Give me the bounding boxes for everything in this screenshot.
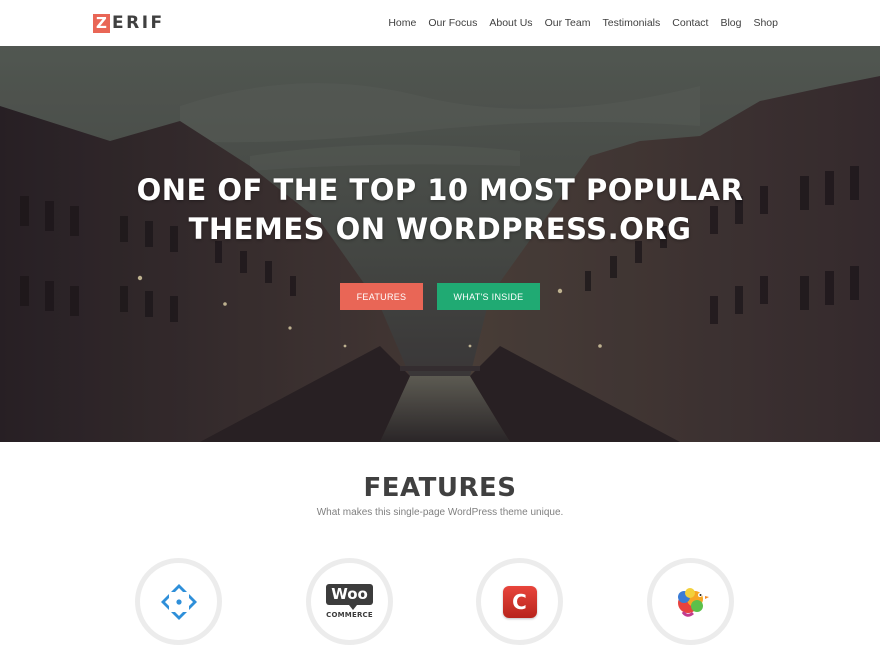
feature-item-2[interactable]: Woo COMMERCE [306,558,393,645]
colorful-bird-icon [677,587,709,617]
hero-title-line-2: THEMES ON WORDPRESS.ORG [188,212,692,246]
hero-title-line-1: ONE OF THE TOP 10 MOST POPULAR [136,173,744,207]
nav-blog[interactable]: Blog [714,14,747,32]
features-subtitle: What makes this single-page WordPress th… [316,507,564,518]
nav-shop[interactable]: Shop [747,14,778,32]
hero-title: ONE OF THE TOP 10 MOST POPULAR THEMES ON… [0,171,880,249]
move-arrows-icon [160,583,197,620]
nav-contact[interactable]: Contact [666,14,714,32]
main-nav: Home Our Focus About Us Our Team Testimo… [388,14,778,32]
c-logo-letter: C [512,589,527,614]
features-section: FEATURES What makes this single-page Wor… [0,442,880,660]
nav-our-team[interactable]: Our Team [539,14,597,32]
logo-mark: Z [93,13,110,33]
feature-item-3[interactable]: C [476,558,563,645]
nav-testimonials[interactable]: Testimonials [596,14,666,32]
whats-inside-button[interactable]: WHAT'S INSIDE [437,283,540,310]
nav-home[interactable]: Home [388,14,422,32]
c-logo-icon: C [502,585,537,618]
nav-about-us[interactable]: About Us [483,14,538,32]
hero-buttons: FEATURES WHAT'S INSIDE [0,283,880,310]
site-logo[interactable]: Z ERIF [93,12,165,34]
site-header: Z ERIF Home Our Focus About Us Our Team … [0,0,880,46]
feature-item-4[interactable] [647,558,734,645]
woocommerce-logo: Woo COMMERCE [326,584,373,619]
woo-logo-text: Woo [331,585,368,603]
features-title: FEATURES [363,473,517,503]
hero-section: ONE OF THE TOP 10 MOST POPULAR THEMES ON… [0,46,880,442]
feature-item-1[interactable] [135,558,222,645]
commerce-logo-text: COMMERCE [326,611,373,619]
nav-our-focus[interactable]: Our Focus [422,14,483,32]
features-button[interactable]: FEATURES [340,283,423,310]
logo-text: ERIF [112,12,165,33]
